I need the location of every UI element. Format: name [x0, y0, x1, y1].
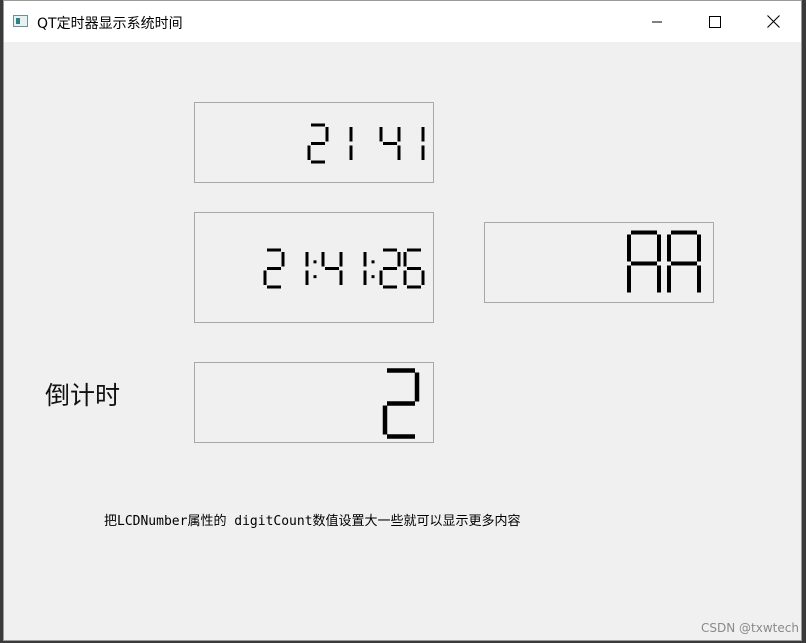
- lcd-hour-minute-digits: [307, 123, 425, 164]
- close-icon: [766, 15, 780, 28]
- lcd-digit: [667, 230, 701, 293]
- app-icon: [13, 15, 28, 27]
- countdown-label: 倒计时: [45, 381, 121, 410]
- lcd-letters: [484, 222, 714, 303]
- lcd-digit: [379, 127, 401, 160]
- lcd-countdown: [194, 362, 434, 443]
- lcd-full-time-digits: [263, 248, 425, 289]
- main-window: QT定时器显示系统时间 倒计时 把LCDNumber属性的 digitCount…: [3, 0, 802, 641]
- minimize-icon: [652, 21, 662, 22]
- maximize-icon: [709, 15, 721, 28]
- lcd-colon: [313, 260, 317, 279]
- minimize-button[interactable]: [628, 1, 686, 42]
- watermark: CSDN @txwtech: [701, 621, 799, 635]
- hint-text: 把LCDNumber属性的 digitCount数值设置大一些就可以显示更多内容: [104, 514, 521, 529]
- maximize-button[interactable]: [686, 1, 744, 42]
- lcd-colon: [371, 260, 375, 279]
- lcd-digit: [627, 230, 661, 293]
- window-title: QT定时器显示系统时间: [37, 16, 183, 32]
- lcd-digit: [382, 368, 420, 439]
- title-bar[interactable]: QT定时器显示系统时间: [4, 1, 801, 42]
- close-button[interactable]: [744, 1, 802, 42]
- lcd-letters-digits: [627, 230, 701, 293]
- lcd-digit: [263, 248, 285, 289]
- lcd-digit: [321, 252, 343, 285]
- lcd-countdown-digits: [382, 368, 420, 439]
- lcd-digit: [403, 248, 425, 289]
- lcd-digit: [379, 248, 401, 289]
- lcd-full-time: [194, 212, 434, 323]
- lcd-digit: [307, 123, 329, 164]
- lcd-hour-minute: [194, 102, 434, 183]
